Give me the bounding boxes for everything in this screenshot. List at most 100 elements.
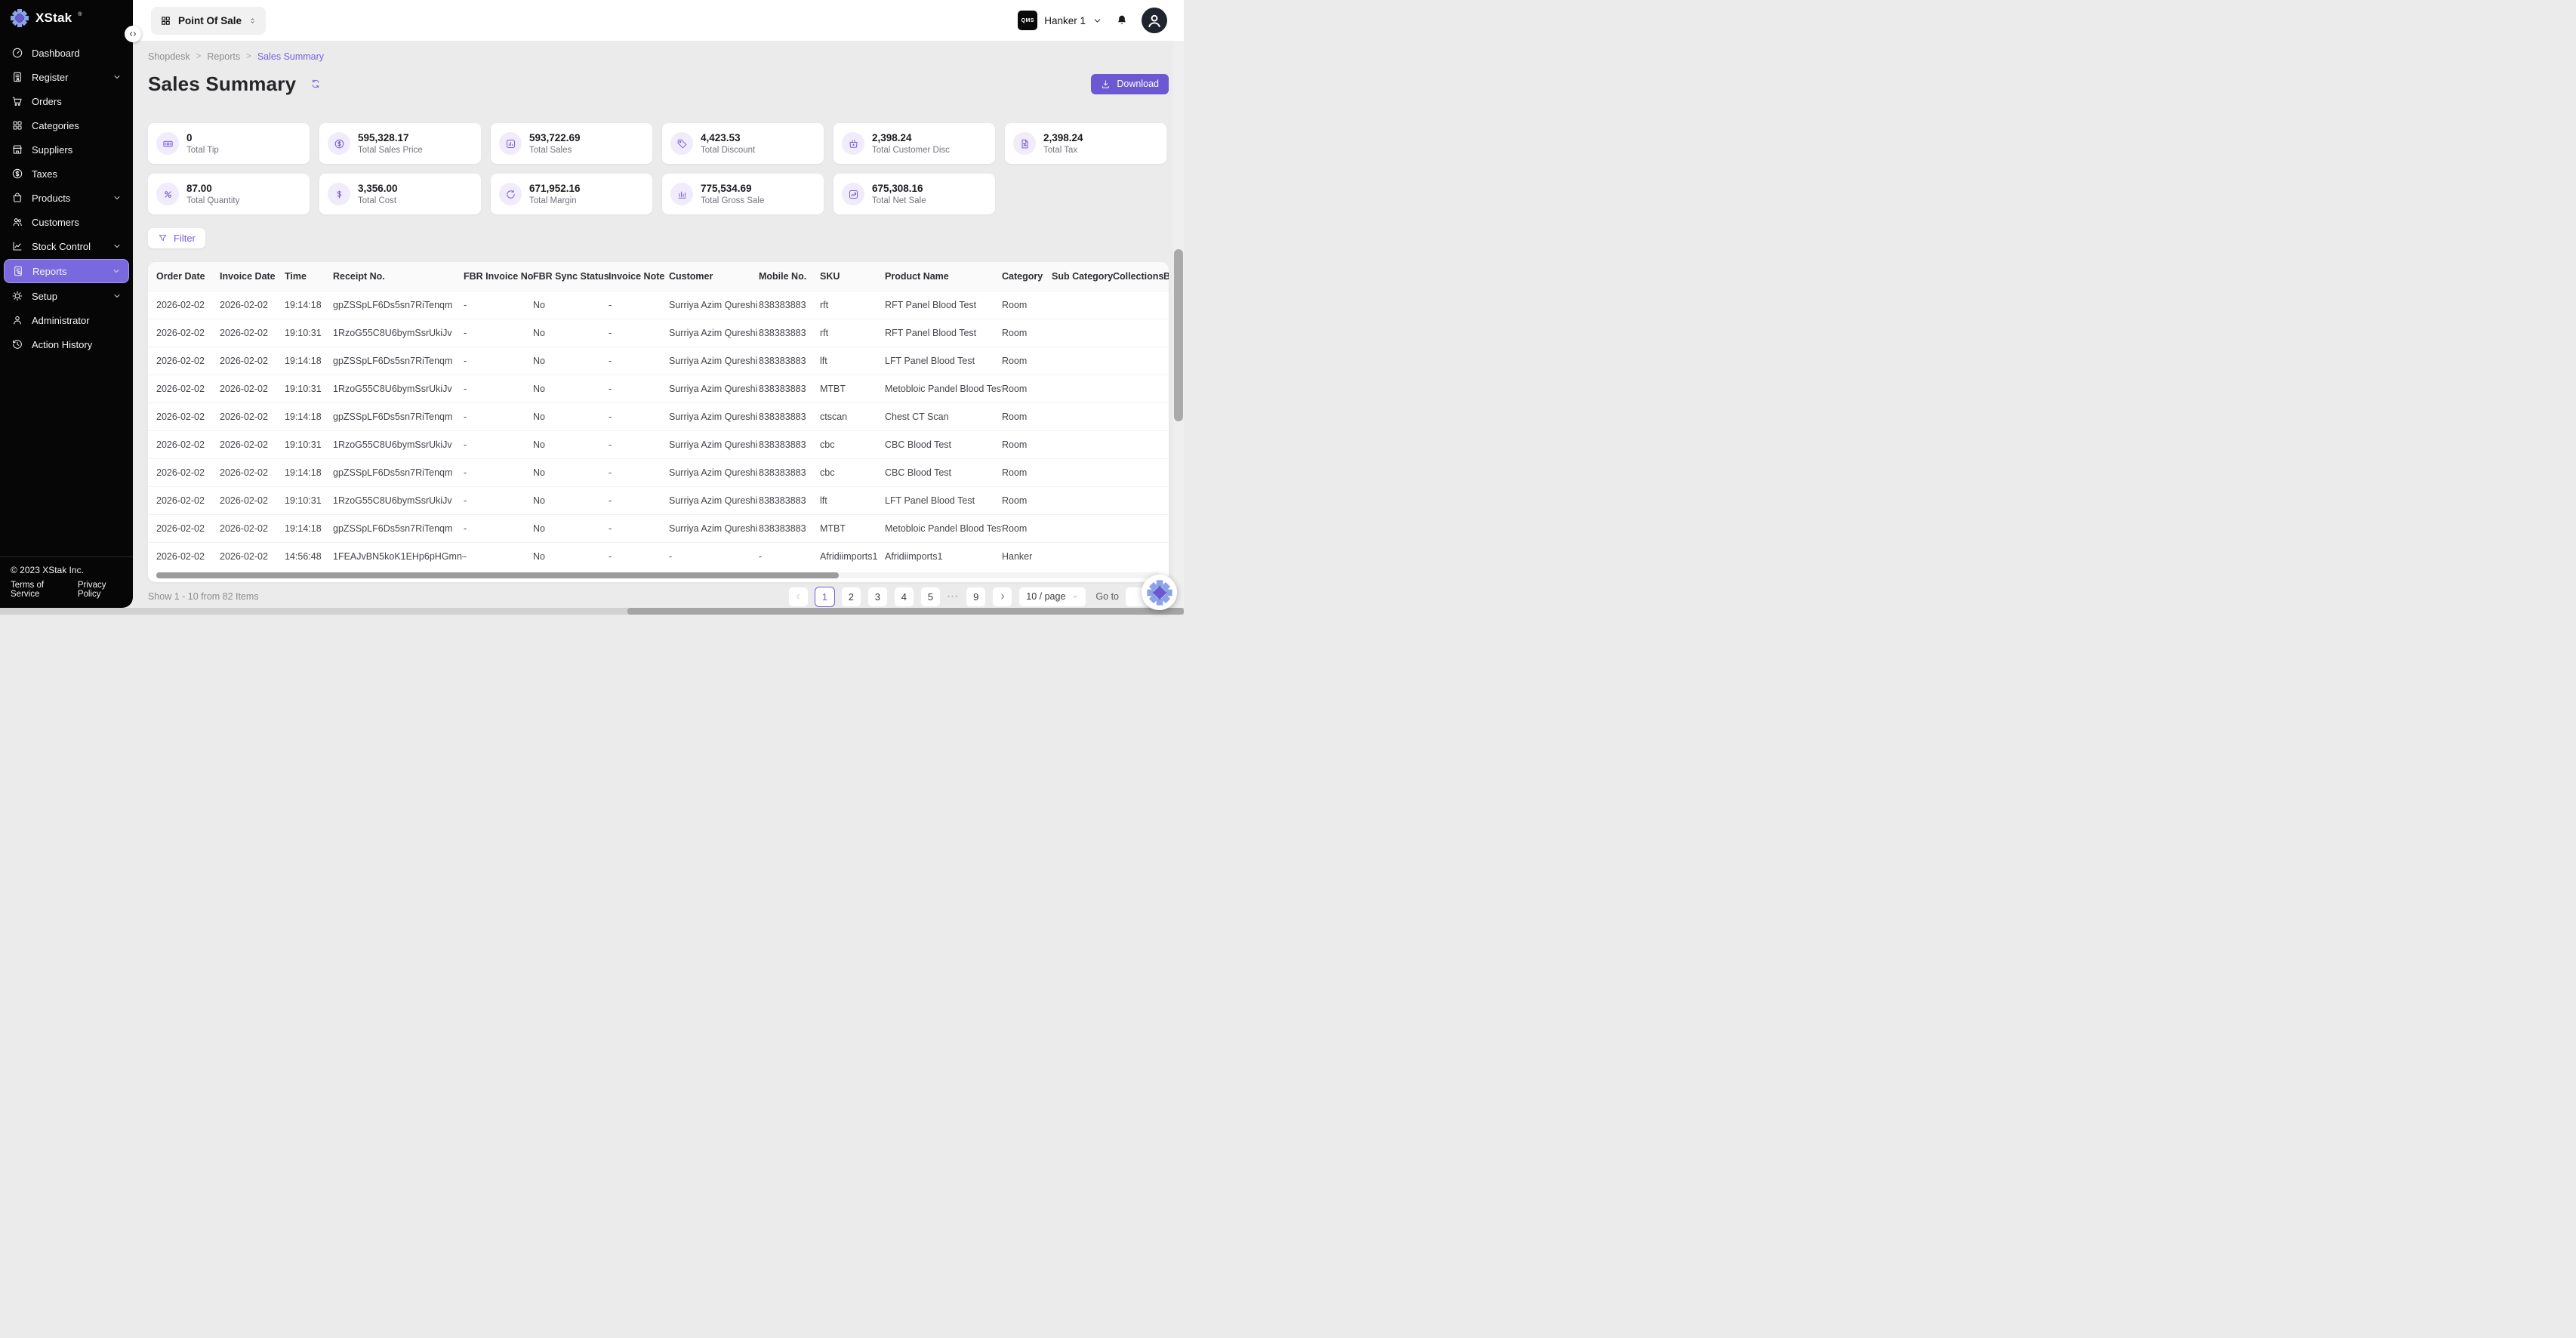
column-header[interactable]: Collections xyxy=(1113,262,1163,291)
chevron-down-icon xyxy=(112,291,122,301)
sidebar-item-setup[interactable]: Setup xyxy=(0,285,133,307)
table-row[interactable]: 2026-02-022026-02-02 19:14:18gpZSSpLF6Ds… xyxy=(148,347,1169,375)
user-avatar[interactable] xyxy=(1142,8,1167,33)
page-vertical-scrollbar[interactable] xyxy=(1173,41,1184,608)
sidebar-nav: Dashboard Register Orders Categories Sup… xyxy=(0,37,133,556)
page-button-3[interactable]: 3 xyxy=(867,587,888,607)
chat-widget-button[interactable] xyxy=(1142,575,1177,610)
cell: 2026-02-02 xyxy=(220,542,285,570)
column-header-partial[interactable]: B xyxy=(1163,262,1169,291)
column-header[interactable]: SKU xyxy=(820,262,885,291)
sidebar-item-administrator[interactable]: Administrator xyxy=(0,309,133,331)
table-row[interactable]: 2026-02-022026-02-02 19:14:18gpZSSpLF6Ds… xyxy=(148,458,1169,486)
column-header[interactable]: Customer xyxy=(669,262,759,291)
cell xyxy=(1163,542,1169,570)
breadcrumb-reports[interactable]: Reports xyxy=(207,51,240,62)
sidebar-item-reports[interactable]: Reports xyxy=(4,259,129,283)
page-button-5[interactable]: 5 xyxy=(920,587,941,607)
store-selector[interactable]: QMS Hanker 1 xyxy=(1018,11,1102,30)
chevron-down-icon xyxy=(1092,16,1102,26)
dollar-circle-icon xyxy=(11,168,23,180)
filter-button[interactable]: Filter xyxy=(148,228,205,248)
notifications-button[interactable] xyxy=(1114,12,1130,29)
terms-of-service-link[interactable]: Terms of Service xyxy=(11,581,64,599)
cell xyxy=(1163,514,1169,542)
table-row[interactable]: 2026-02-022026-02-02 19:10:311RzoG55C8U6… xyxy=(148,319,1169,347)
sidebar-item-register[interactable]: Register xyxy=(0,66,133,88)
cell: 838383883 xyxy=(759,430,820,458)
download-button[interactable]: Download xyxy=(1091,74,1169,94)
column-header[interactable]: Category xyxy=(1002,262,1052,291)
cell: ctscan xyxy=(820,402,885,430)
cell xyxy=(1163,291,1169,319)
scrollbar-thumb[interactable] xyxy=(156,572,839,578)
column-header[interactable]: Invoice Note xyxy=(609,262,669,291)
table-row[interactable]: 2026-02-022026-02-02 19:14:18gpZSSpLF6Ds… xyxy=(148,402,1169,430)
breadcrumb-shopdesk[interactable]: Shopdesk xyxy=(148,51,190,62)
sidebar-item-customers[interactable]: Customers xyxy=(0,211,133,233)
privacy-policy-link[interactable]: Privacy Policy xyxy=(78,581,122,599)
breadcrumb-separator: > xyxy=(196,52,202,61)
sidebar-item-action-history[interactable]: Action History xyxy=(0,333,133,356)
scrollbar-thumb[interactable] xyxy=(1174,249,1183,421)
cell: RFT Panel Blood Test xyxy=(885,319,1002,347)
cell xyxy=(1163,430,1169,458)
cell: 2026-02-02 xyxy=(220,375,285,402)
cell: - xyxy=(464,347,533,375)
sidebar-item-taxes[interactable]: Taxes xyxy=(0,162,133,185)
cell xyxy=(1052,375,1113,402)
page-size-select[interactable]: 10 / page xyxy=(1018,587,1086,607)
cell: - xyxy=(609,319,669,347)
sidebar-item-suppliers[interactable]: Suppliers xyxy=(0,138,133,161)
cell: 2026-02-02 xyxy=(148,375,220,402)
next-page-button[interactable] xyxy=(992,587,1012,607)
table-row[interactable]: 2026-02-022026-02-02 19:14:18gpZSSpLF6Ds… xyxy=(148,514,1169,542)
column-header[interactable]: Sub Category xyxy=(1052,262,1113,291)
table-horizontal-scrollbar[interactable] xyxy=(156,572,1160,578)
sidebar-item-orders[interactable]: Orders xyxy=(0,90,133,113)
column-header[interactable]: Product Name xyxy=(885,262,1002,291)
table-row[interactable]: 2026-02-022026-02-02 19:10:311RzoG55C8U6… xyxy=(148,375,1169,402)
sidebar-item-products[interactable]: Products xyxy=(0,187,133,209)
refresh-button[interactable] xyxy=(309,77,322,91)
page-button-4[interactable]: 4 xyxy=(894,587,914,607)
bar-chart-icon xyxy=(670,183,693,205)
table-row[interactable]: 2026-02-022026-02-02 19:10:311RzoG55C8U6… xyxy=(148,486,1169,514)
page-button-1[interactable]: 1 xyxy=(815,587,835,607)
cell: 838383883 xyxy=(759,319,820,347)
page-horizontal-scrollbar[interactable] xyxy=(0,608,1184,615)
page-button-9[interactable]: 9 xyxy=(966,587,986,607)
sidebar-item-dashboard[interactable]: Dashboard xyxy=(0,42,133,64)
cell: - xyxy=(609,347,669,375)
column-header[interactable]: Invoice Date xyxy=(220,262,285,291)
column-header[interactable]: Order Date xyxy=(148,262,220,291)
table-row[interactable]: 2026-02-022026-02-02 14:56:481FEAJvBN5ko… xyxy=(148,542,1169,570)
sidebar-collapse-button[interactable] xyxy=(125,26,141,42)
cell: gpZSSpLF6Ds5sn7RiTenqm xyxy=(333,402,464,430)
cell: 19:14:18 xyxy=(285,402,333,430)
sidebar-item-categories[interactable]: Categories xyxy=(0,114,133,137)
stat-card-total-tax: 2,398.24Total Tax xyxy=(1005,123,1166,164)
column-header[interactable]: FBR Invoice No xyxy=(464,262,533,291)
cell: - xyxy=(464,402,533,430)
sidebar: XStak ® Dashboard Register Orders Catego… xyxy=(0,0,133,608)
sidebar-item-stock-control[interactable]: Stock Control xyxy=(0,235,133,257)
page-title: Sales Summary xyxy=(148,72,296,96)
workspace-switcher[interactable]: Point Of Sale xyxy=(151,7,266,35)
column-header[interactable]: Receipt No. xyxy=(333,262,464,291)
cell: 838383883 xyxy=(759,486,820,514)
table-row[interactable]: 2026-02-022026-02-02 19:14:18gpZSSpLF6Ds… xyxy=(148,291,1169,319)
cell xyxy=(1052,514,1113,542)
column-header[interactable]: FBR Sync Status xyxy=(533,262,609,291)
cell: - xyxy=(669,542,759,570)
trend-up-square-icon xyxy=(842,183,864,205)
pagination-controls: 1 2 3 4 5 ••• 9 10 / page Go to xyxy=(788,587,1169,607)
column-header[interactable]: Time xyxy=(285,262,333,291)
stat-card-total-discount: 4,423.53Total Discount xyxy=(662,123,824,164)
column-header[interactable]: Mobile No. xyxy=(759,262,820,291)
page-button-2[interactable]: 2 xyxy=(841,587,861,607)
scrollbar-thumb[interactable] xyxy=(627,608,1184,615)
prev-page-button[interactable] xyxy=(788,587,809,607)
table-row[interactable]: 2026-02-022026-02-02 19:10:311RzoG55C8U6… xyxy=(148,430,1169,458)
pagination-ellipsis[interactable]: ••• xyxy=(948,593,959,600)
